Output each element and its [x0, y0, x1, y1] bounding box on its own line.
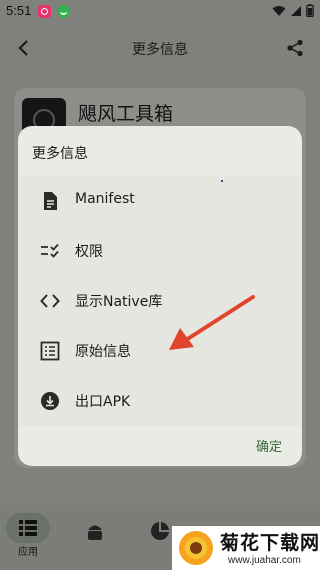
- option-label: Manifest: [75, 191, 135, 207]
- option-export-apk[interactable]: 出口APK: [18, 376, 302, 426]
- notification-android-icon: [57, 5, 70, 18]
- code-icon: [40, 294, 60, 308]
- status-time: 5:51: [6, 3, 32, 18]
- confirm-button[interactable]: 确定: [256, 436, 282, 455]
- dialog-title: 更多信息: [32, 146, 88, 162]
- option-manifest[interactable]: Manifest: [18, 176, 302, 226]
- nav-item-apps[interactable]: [6, 513, 50, 543]
- option-native-libs[interactable]: 显示Native库: [18, 276, 302, 326]
- wifi-icon: [272, 5, 286, 16]
- option-label: 原始信息: [75, 344, 131, 360]
- document-icon: [44, 192, 57, 210]
- watermark-url: www.juahar.com: [228, 555, 301, 566]
- option-label: 显示Native库: [75, 294, 163, 310]
- battery-icon: [306, 4, 314, 17]
- app-name: 飓风工具箱: [78, 103, 174, 125]
- watermark: 菊花下载网 www.juahar.com: [172, 526, 320, 570]
- status-bar: 5:51: [0, 0, 320, 24]
- option-raw-info[interactable]: 原始信息: [18, 326, 302, 376]
- list-icon: [40, 341, 60, 361]
- option-label: 权限: [75, 244, 103, 260]
- android-icon[interactable]: [86, 521, 104, 541]
- page-title: 更多信息: [132, 42, 188, 58]
- apps-list-icon: [19, 520, 37, 536]
- download-icon: [41, 392, 59, 410]
- dialog-options-list: Manifest 权限 显示Native库 原始信息 出口APK: [18, 176, 302, 426]
- signal-icon: [291, 5, 301, 16]
- watermark-text: 菊花下载网: [220, 532, 320, 554]
- nav-label-apps: 应用: [18, 547, 38, 558]
- checklist-icon: [41, 243, 59, 258]
- more-info-dialog: 更多信息 Manifest 权限 显示Native库 原始信息 出口APK 确定: [18, 126, 302, 466]
- pie-chart-icon[interactable]: [150, 521, 170, 541]
- app-bar: 更多信息: [0, 24, 320, 72]
- flower-logo-icon: [179, 531, 213, 565]
- option-label: 出口APK: [75, 394, 131, 410]
- notification-app-icon: [38, 5, 51, 18]
- share-icon[interactable]: [286, 39, 304, 57]
- option-permissions[interactable]: 权限: [18, 226, 302, 276]
